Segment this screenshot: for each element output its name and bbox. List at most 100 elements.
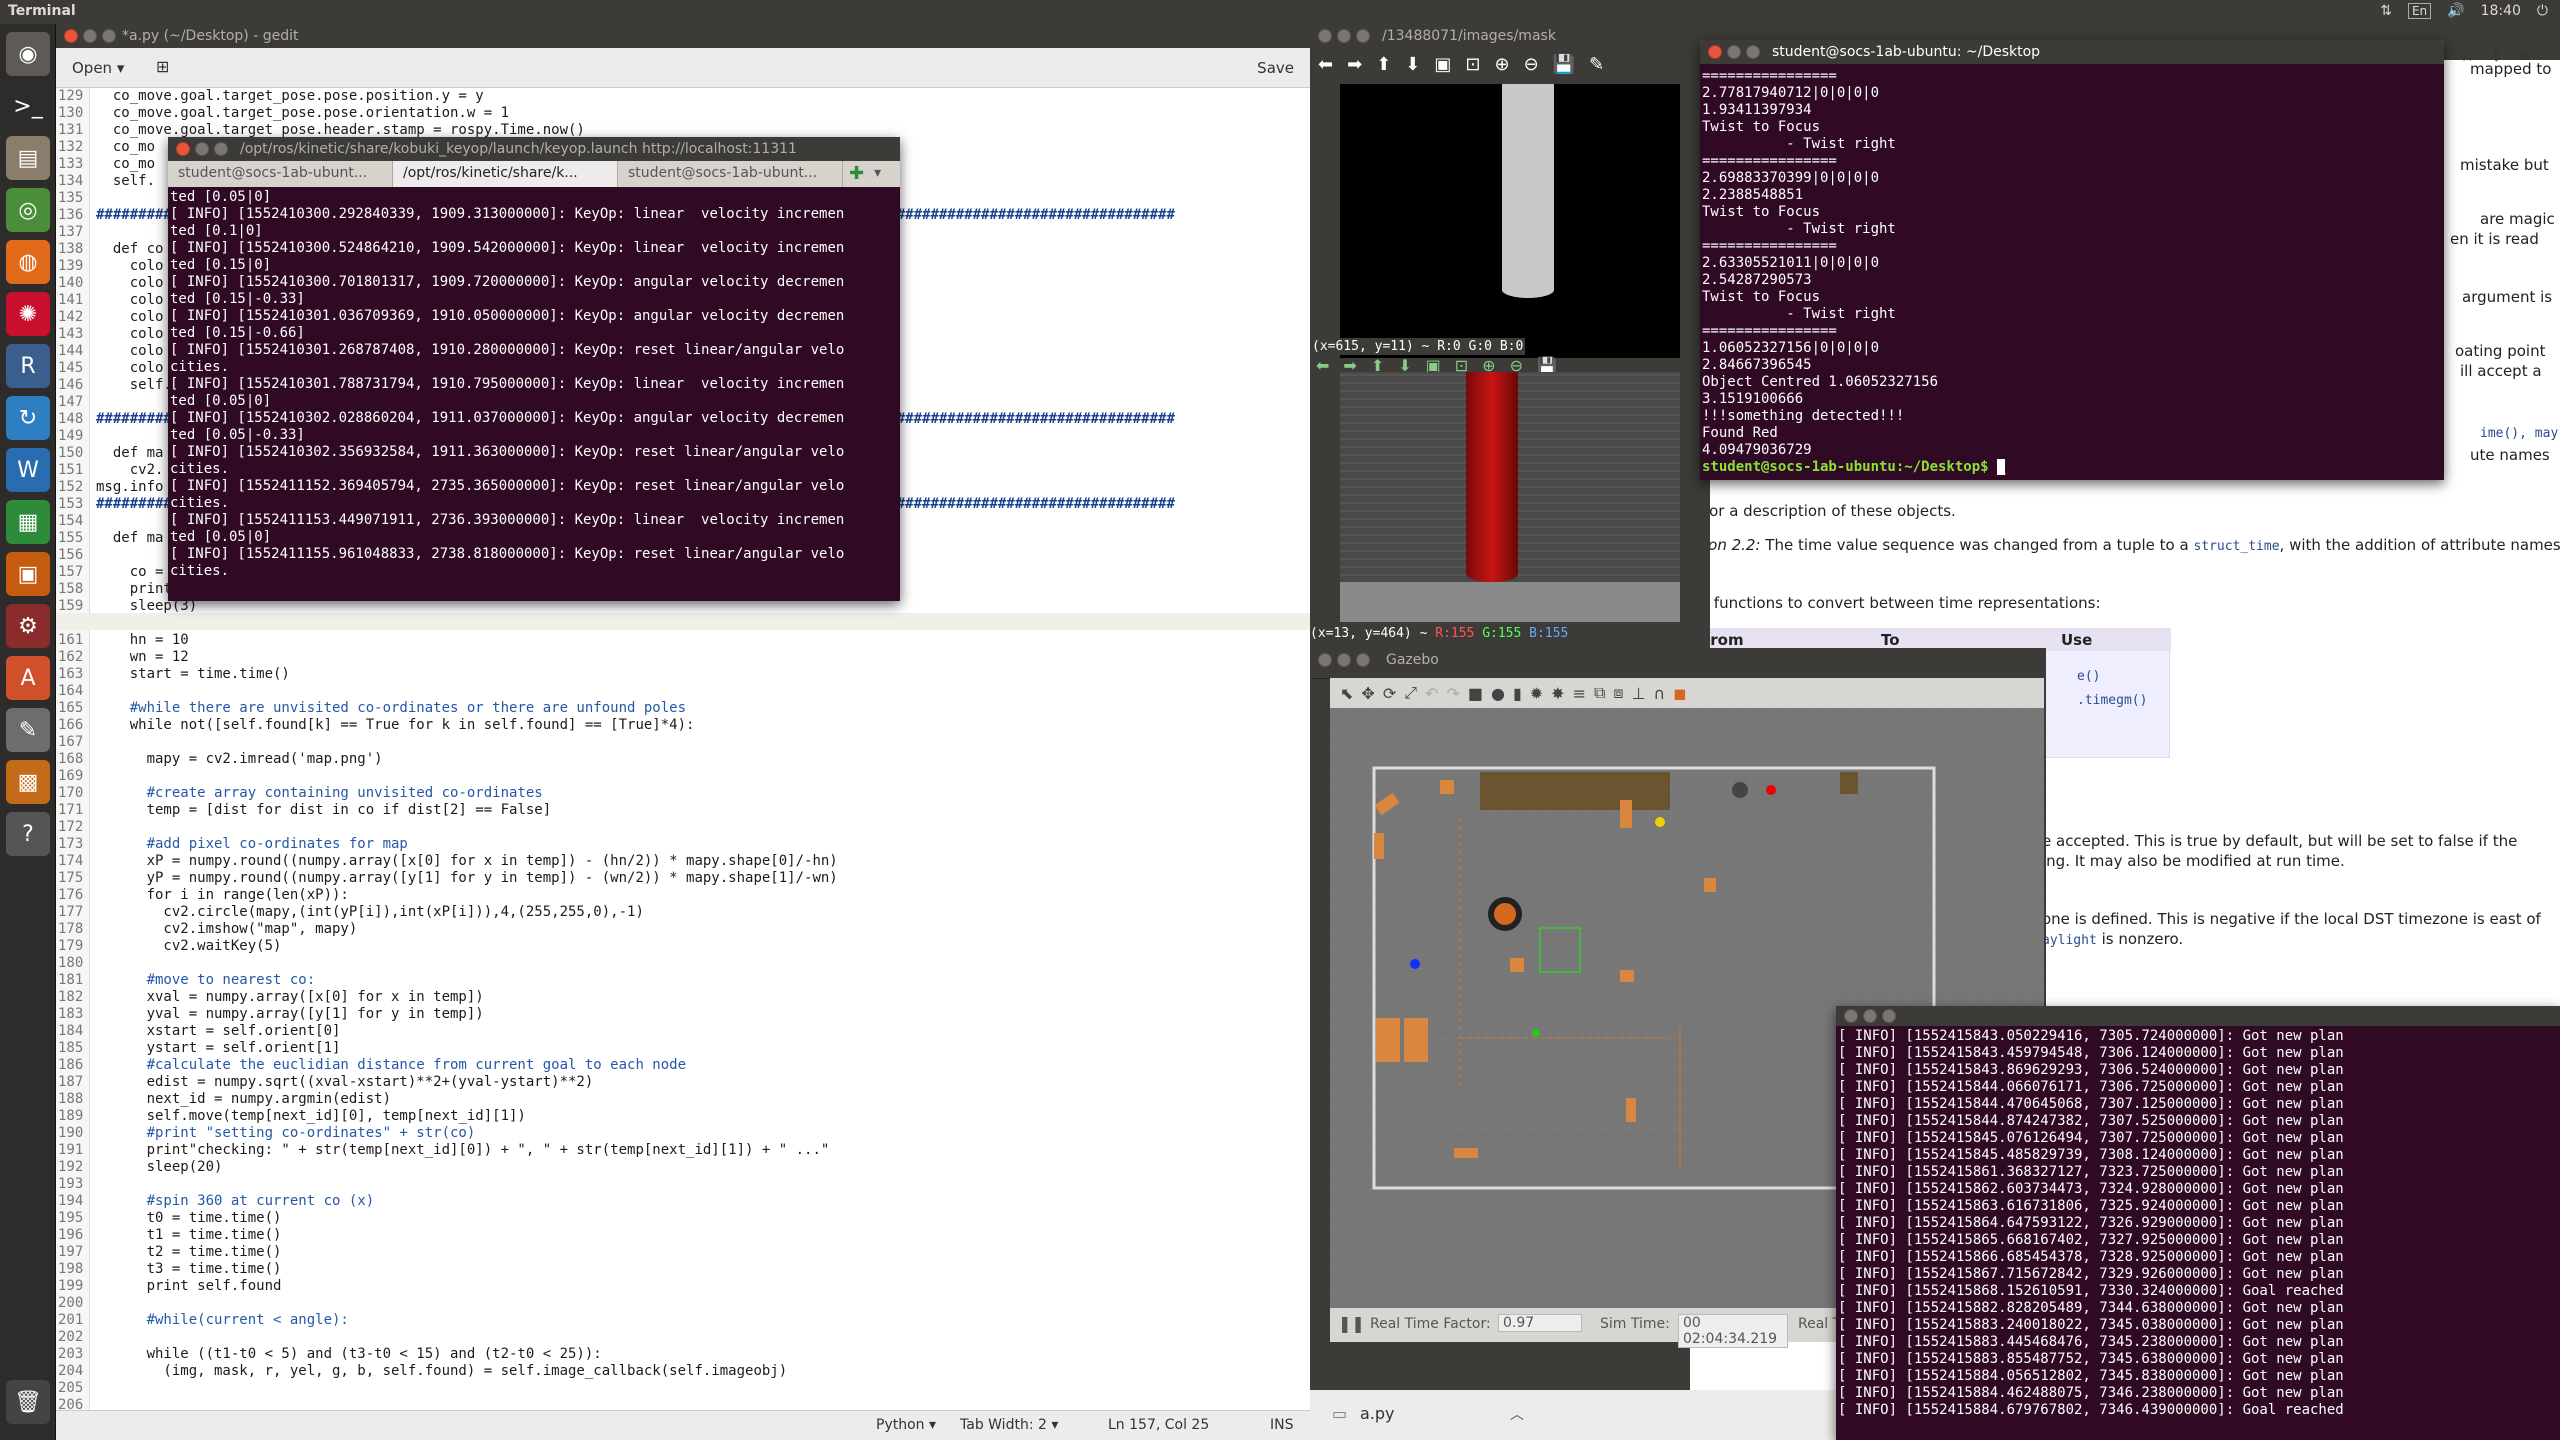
spot-light-icon[interactable]: ✸: [1551, 684, 1564, 703]
gedit-titlebar[interactable]: *a.py (~/Desktop) - gedit: [56, 24, 1310, 48]
code-line[interactable]: next_id = numpy.argmin(edist): [96, 1091, 391, 1108]
code-line[interactable]: self.move(temp[next_id][0], temp[next_id…: [96, 1108, 526, 1125]
fit-icon[interactable]: ⊡: [1465, 54, 1480, 82]
minimize-icon[interactable]: [1337, 29, 1351, 43]
save-button[interactable]: Save: [1257, 59, 1294, 77]
code-line[interactable]: t2 = time.time(): [96, 1244, 282, 1261]
image-icon[interactable]: ▣: [1434, 54, 1451, 82]
code-line[interactable]: (img, mask, r, yel, g, b, self.found) = …: [96, 1363, 787, 1380]
chevron-up-icon[interactable]: ︿: [1510, 1404, 1524, 1424]
snap-icon[interactable]: ∩: [1654, 684, 1666, 703]
new-tab-icon[interactable]: ⊞: [156, 57, 169, 76]
box-icon[interactable]: ■: [1468, 684, 1483, 703]
forward-icon[interactable]: ➡: [1347, 54, 1362, 82]
code-line[interactable]: def ma: [96, 530, 164, 547]
code-line[interactable]: xstart = self.orient[0]: [96, 1023, 341, 1040]
tab-menu-icon[interactable]: ▾: [870, 161, 885, 187]
terminal-tab[interactable]: student@socs-1ab-ubunt...: [168, 161, 393, 187]
scale-tool-icon[interactable]: ⤢: [1404, 683, 1417, 703]
close-icon[interactable]: [1844, 1009, 1858, 1023]
code-line[interactable]: def ma: [96, 445, 164, 462]
maximize-icon[interactable]: [1882, 1009, 1896, 1023]
terminal-titlebar[interactable]: /opt/ros/kinetic/share/kobuki_keyop/laun…: [168, 137, 900, 161]
terminal-titlebar[interactable]: [1836, 1006, 2560, 1026]
ros-icon[interactable]: ✺: [6, 292, 50, 336]
code-line[interactable]: t0 = time.time(): [96, 1210, 282, 1227]
pause-icon[interactable]: ❚❚: [1338, 1314, 1365, 1333]
close-icon[interactable]: [1708, 45, 1722, 59]
terminal-tab[interactable]: student@socs-1ab-ubunt...: [618, 161, 843, 187]
code-line[interactable]: co_move.goal.target_pose.pose.position.y…: [96, 88, 484, 105]
shell-prompt[interactable]: student@socs-1ab-ubuntu:~/Desktop$ _: [1702, 459, 2006, 476]
code-line[interactable]: co =: [96, 564, 172, 581]
viewer-titlebar[interactable]: /13488071/images/mask: [1310, 24, 1710, 48]
code-line[interactable]: while not([self.found[k] == True for k i…: [96, 717, 695, 734]
writer-icon[interactable]: W: [6, 448, 50, 492]
back-icon[interactable]: ⬅: [1318, 54, 1333, 82]
close-icon[interactable]: [1318, 653, 1332, 667]
point-light-icon[interactable]: ✹: [1530, 684, 1543, 703]
code-line[interactable]: co_mo: [96, 139, 155, 156]
screenshot-icon[interactable]: ◼: [1673, 684, 1686, 703]
code-line[interactable]: colo: [96, 343, 164, 360]
code-line[interactable]: cv2.imshow("map", mapy): [96, 921, 357, 938]
close-icon[interactable]: [176, 142, 190, 156]
code-line[interactable]: t1 = time.time(): [96, 1227, 282, 1244]
code-line[interactable]: colo: [96, 258, 164, 275]
pin-icon[interactable]: ✎: [1589, 54, 1604, 82]
code-line[interactable]: colo: [96, 326, 164, 343]
code-line[interactable]: #move to nearest co:: [96, 972, 316, 989]
code-line[interactable]: wn = 12: [96, 649, 189, 666]
chrome-icon[interactable]: ◎: [6, 188, 50, 232]
redo-icon[interactable]: ↷: [1446, 684, 1459, 703]
language-selector[interactable]: Python ▾: [876, 1417, 936, 1433]
code-line[interactable]: cv2.waitKey(5): [96, 938, 281, 955]
code-line[interactable]: colo: [96, 309, 164, 326]
code-line[interactable]: def co: [96, 241, 164, 258]
files-icon[interactable]: ▤: [6, 136, 50, 180]
code-line[interactable]: temp = [dist for dist in co if dist[2] =…: [96, 802, 552, 819]
terminal-tab[interactable]: /opt/ros/kinetic/share/k...: [393, 161, 618, 187]
navigation-terminal-window[interactable]: [ INFO] [1552415843.050229416, 7305.7240…: [1836, 1006, 2560, 1440]
code-line[interactable]: self.: [96, 173, 155, 190]
cylinder-icon[interactable]: ▮: [1513, 684, 1522, 703]
code-line[interactable]: #while(current < angle):: [96, 1312, 349, 1329]
code-line[interactable]: ystart = self.orient[1]: [96, 1040, 341, 1057]
down-icon[interactable]: ⬇: [1405, 54, 1420, 82]
undo-icon[interactable]: ↶: [1425, 684, 1438, 703]
calc-icon[interactable]: ▦: [6, 500, 50, 544]
text-editor-icon[interactable]: ✎: [6, 708, 50, 752]
directional-light-icon[interactable]: ≡: [1573, 684, 1586, 703]
sphere-icon[interactable]: ●: [1491, 684, 1505, 703]
maximize-icon[interactable]: [1356, 653, 1370, 667]
copy-icon[interactable]: ⧉: [1594, 683, 1605, 703]
code-line[interactable]: colo: [96, 292, 164, 309]
maximize-icon[interactable]: [1746, 45, 1760, 59]
open-button[interactable]: Open ▾: [72, 59, 124, 77]
language-indicator[interactable]: En: [2407, 3, 2432, 19]
code-line[interactable]: self.: [96, 377, 172, 394]
terminal-titlebar[interactable]: student@socs-1ab-ubuntu: ~/Desktop: [1700, 40, 2444, 64]
minimize-icon[interactable]: [1727, 45, 1741, 59]
rotate-tool-icon[interactable]: ⟳: [1383, 684, 1396, 703]
firefox-icon[interactable]: ◍: [6, 240, 50, 284]
code-line[interactable]: hn = 10: [96, 632, 189, 649]
minimize-icon[interactable]: [195, 142, 209, 156]
code-line[interactable]: #calculate the euclidian distance from c…: [96, 1057, 686, 1074]
zoom-in-icon[interactable]: ⊕: [1494, 54, 1509, 82]
terminal-output[interactable]: ted [0.05|0][ INFO] [1552410300.29284033…: [170, 189, 844, 580]
close-icon[interactable]: [1318, 29, 1332, 43]
code-line[interactable]: #while there are unvisited co-ordinates …: [96, 700, 686, 717]
code-line[interactable]: edist = numpy.sqrt((xval-xstart)**2+(yva…: [96, 1074, 594, 1091]
code-line[interactable]: co_move.goal.target_pose.pose.orientatio…: [96, 105, 509, 122]
gazebo-titlebar[interactable]: Gazebo: [1310, 648, 2046, 672]
minimize-icon[interactable]: [1337, 653, 1351, 667]
code-line[interactable]: t3 = time.time(): [96, 1261, 282, 1278]
student-terminal-window[interactable]: student@socs-1ab-ubuntu: ~/Desktop =====…: [1700, 40, 2444, 480]
close-icon[interactable]: [64, 29, 78, 43]
terminal-output[interactable]: [ INFO] [1552415843.050229416, 7305.7240…: [1838, 1028, 2344, 1419]
minimize-icon[interactable]: [83, 29, 97, 43]
maximize-icon[interactable]: [214, 142, 228, 156]
maximize-icon[interactable]: [1356, 29, 1370, 43]
code-line[interactable]: while ((t1-t0 < 5) and (t3-t0 < 15) and …: [96, 1346, 602, 1363]
